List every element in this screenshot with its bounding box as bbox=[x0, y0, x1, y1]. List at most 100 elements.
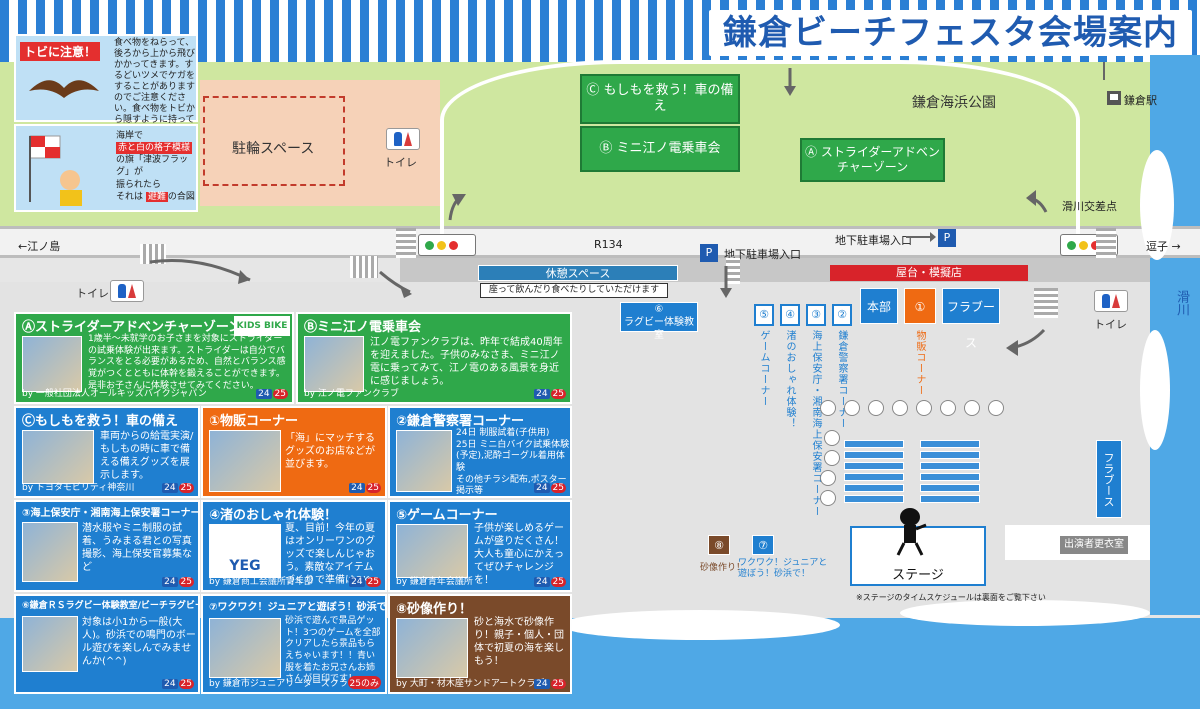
panel-7-by: by 鎌倉市ジュニアリーダーズクラブ bbox=[209, 679, 357, 689]
booth-8[interactable]: ⑧ bbox=[708, 535, 730, 555]
day-25-only-badge: 25のみ bbox=[347, 676, 381, 689]
stairs bbox=[726, 258, 740, 284]
day-24-badge: 24 bbox=[349, 577, 365, 587]
bench bbox=[920, 440, 980, 448]
rugby-booth[interactable]: ⑥ ラグビー体験教室 bbox=[620, 302, 698, 341]
bench bbox=[844, 451, 904, 459]
booth-3[interactable]: ③ bbox=[806, 304, 826, 326]
yeg-logo: YEG bbox=[209, 524, 281, 578]
booth-1[interactable]: ① bbox=[904, 288, 936, 324]
panel-b: Ⓑミニ江ノ電乗車会 江ノ電ファンクラブは、昨年で結成40周年を迎えました。子供の… bbox=[296, 312, 572, 404]
stage-note: ※ステージのタイムスケジュールは裏面をご覧下さい bbox=[856, 593, 1046, 602]
day-25-badge: 25 bbox=[178, 577, 194, 587]
bench bbox=[844, 473, 904, 481]
bench bbox=[844, 484, 904, 492]
page-title: 鎌倉ビーチフェスタ会場案内 bbox=[709, 10, 1192, 56]
wave-shape bbox=[560, 610, 840, 640]
chair bbox=[916, 400, 932, 416]
chair bbox=[824, 450, 840, 466]
panel-c: Ⓒもしもを救う！車の備え 車両からの給電実演/もしもの時に車で備える備えグッズを… bbox=[14, 406, 200, 498]
zone-c-box[interactable]: Ⓒ もしもを救う！車の備え bbox=[580, 74, 740, 124]
booth-4-label: 渚のおしゃれ体験！ bbox=[784, 330, 795, 429]
panel-8-photo bbox=[396, 618, 468, 678]
station-label: 鎌倉駅 bbox=[1124, 94, 1157, 107]
toilet-icon bbox=[1094, 290, 1128, 312]
wave-shape bbox=[1140, 330, 1170, 450]
panel-a-text: 1歳半～未就学のお子さまを対象にストライダーの試乗体験が出来ます。ストライダーは… bbox=[88, 334, 286, 391]
flag-notice-l1: 海岸で bbox=[116, 131, 144, 141]
panel-6-photo bbox=[22, 616, 78, 672]
day-24-badge: 24 bbox=[349, 483, 365, 493]
chair bbox=[820, 490, 836, 506]
day-24-badge: 24 bbox=[162, 577, 178, 587]
day-24-badge: 24 bbox=[534, 679, 550, 689]
enoshima-label: ←江ノ島 bbox=[18, 240, 61, 253]
chair bbox=[844, 400, 860, 416]
crosswalk bbox=[396, 228, 416, 258]
chair bbox=[824, 430, 840, 446]
flabus-booth[interactable]: フラブース bbox=[942, 288, 1000, 350]
bike-parking-label: 駐輪スペース bbox=[232, 141, 315, 157]
parking-icon: P bbox=[938, 229, 956, 247]
flag-notice-l2: 赤と白の格子模様 bbox=[116, 142, 193, 155]
park-path bbox=[440, 60, 1080, 250]
road-label: R134 bbox=[594, 238, 623, 251]
stairs bbox=[1034, 288, 1058, 318]
traffic-signal-icon bbox=[418, 234, 476, 256]
booth-1-label: 物販コーナー bbox=[914, 330, 925, 396]
day-25-badge: 25 bbox=[550, 389, 566, 399]
panel-8: ⑧砂像作り！ 砂と海水で砂像作り！親子・個人・団体で初夏の海を楽しもう！ by … bbox=[388, 594, 572, 694]
zone-a-box[interactable]: Ⓐ ストライダーアドベンチャーゾーン bbox=[800, 138, 945, 182]
bench bbox=[920, 495, 980, 503]
panel-3-title: ③海上保安庁・湘南海上保安署コーナー bbox=[22, 508, 200, 519]
day-25-badge: 25 bbox=[178, 483, 194, 493]
panel-a-photo bbox=[22, 336, 82, 392]
panel-c-title: Ⓒもしもを救う！車の備え bbox=[22, 414, 179, 429]
bench bbox=[844, 495, 904, 503]
day-24-badge: 24 bbox=[162, 679, 178, 689]
toilet-label: トイレ bbox=[76, 287, 109, 300]
panel-1-text: 「海」にマッチするグッズのお店などが並びます。 bbox=[285, 433, 375, 470]
underground-parking-right-label: 地下駐車場入口 bbox=[835, 234, 912, 247]
panel-7-photo bbox=[209, 618, 281, 678]
flag-notice-l3: の旗「津波フラッグ」 bbox=[116, 155, 189, 178]
panel-6-text: 対象は小1から一般(大人)。砂浜での鳴門のボール遊びを楽しんでみませんか(^^) bbox=[82, 617, 196, 667]
panel-b-title: Ⓑミニ江ノ電乗車会 bbox=[304, 320, 422, 335]
toilet-icon bbox=[110, 280, 144, 302]
booth-2[interactable]: ② bbox=[832, 304, 852, 326]
day-25-badge: 25 bbox=[365, 577, 381, 587]
park-label: 鎌倉海浜公園 bbox=[912, 95, 996, 111]
panel-1: ①物販コーナー 「海」にマッチするグッズのお店などが並びます。 24 25 bbox=[201, 406, 387, 498]
mascot-icon bbox=[896, 508, 927, 556]
panel-2: ②鎌倉警察署コーナー 24日 制服試着(子供用) 25日 ミニ白バイク試乗体験(… bbox=[388, 406, 572, 498]
booth-7[interactable]: ⑦ bbox=[752, 535, 774, 555]
panel-1-photo bbox=[209, 430, 281, 492]
panel-c-text: 車両からの給電実演/もしもの時に車で備える備えグッズを展示します。 bbox=[100, 431, 194, 481]
zushi-label: 逗子 → bbox=[1146, 240, 1181, 253]
flag-notice-l5: 振られたら bbox=[116, 179, 162, 190]
panel-4-by: by 鎌倉商工会議所青年部 bbox=[209, 577, 313, 587]
panel-7: ⑦ワクワク！ジュニアと遊ぼう！砂浜で！ 砂浜で遊んで景品ゲット！3つのゲームを全… bbox=[201, 594, 387, 694]
panel-8-text: 砂と海水で砂像作り！親子・個人・団体で初夏の海を楽しもう！ bbox=[474, 617, 564, 667]
rest-space-note: 座って飲んだり食べたりしていただけます bbox=[480, 283, 668, 298]
day-25-badge: 25 bbox=[272, 389, 288, 399]
flabus-booth-2[interactable]: フラブース bbox=[1096, 440, 1122, 518]
chair bbox=[820, 470, 836, 486]
panel-8-by: by 大町・材木座サンドアートクラブ bbox=[396, 679, 545, 689]
day-24-badge: 24 bbox=[256, 389, 272, 399]
day-24-badge: 24 bbox=[162, 483, 178, 493]
panel-5-photo bbox=[396, 524, 468, 578]
wave-shape bbox=[900, 600, 1150, 626]
zone-b-box[interactable]: Ⓑ ミニ江ノ電乗車会 bbox=[580, 126, 740, 172]
rest-space-label: 休憩スペース bbox=[478, 265, 678, 281]
tsunami-flag-notice: 海岸で 赤と白の格子模様 の旗「津波フラッグ」が 振られたら それは 避難 の合図 bbox=[14, 124, 198, 212]
booth-4[interactable]: ④ bbox=[780, 304, 800, 326]
hq-booth[interactable]: 本部 bbox=[860, 288, 898, 324]
panel-1-title: ①物販コーナー bbox=[209, 414, 299, 429]
day-25-badge: 25 bbox=[550, 577, 566, 587]
flag-notice-l6: それは bbox=[116, 191, 144, 202]
river-label: 滑川 bbox=[1174, 290, 1189, 316]
day-24-badge: 24 bbox=[534, 389, 550, 399]
day-25-badge: 25 bbox=[550, 483, 566, 493]
booth-5[interactable]: ⑤ bbox=[754, 304, 774, 326]
